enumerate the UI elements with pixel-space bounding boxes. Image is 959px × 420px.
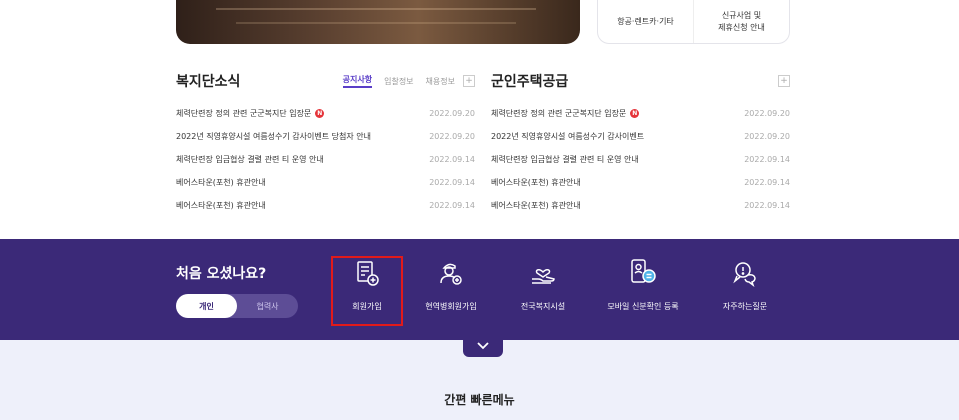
list-item-title: 베어스타운(포천) 휴관안내 [491,201,581,210]
list-item-title: 2022년 직영휴양시설 여름성수기 감사이벤트 당첨자 안내 [176,132,371,141]
quick-link-label: 신규사업 및 제휴신청 안내 [718,10,765,34]
chevron-down-icon [477,342,489,350]
list-item[interactable]: 베어스타운(포천) 휴관안내 2022.09.14 [491,171,790,194]
list-item[interactable]: 체력단련장 정의 관련 군군복지단 입장문 N 2022.09.20 [176,102,475,125]
quick-link-label-line1: 신규사업 및 [721,10,762,20]
menu-label: 현역병회원가입 [425,302,477,311]
quick-link-label: 항공·렌트카·기타 [617,16,674,26]
list-item-title: 체력단련장 입금협상 결렬 관련 티 운영 안내 [176,155,324,164]
list-item-date: 2022.09.14 [429,201,475,210]
menu-faq[interactable]: 자주하는질문 [707,255,783,325]
housing-header: 군인주택공급 + [491,68,790,94]
list-item-title: 체력단련장 정의 관련 군군복지단 입장문 [176,109,312,118]
quick-links-card: 항공·렌트카·기타 신규사업 및 제휴신청 안내 [597,0,790,44]
list-item[interactable]: 베어스타운(포천) 휴관안내 2022.09.14 [176,171,475,194]
list-item-title: 베어스타운(포천) 휴관안내 [491,178,581,187]
banner-decoration [216,8,536,10]
list-item-title: 체력단련장 입금협상 결렬 관련 티 운영 안내 [491,155,639,164]
quick-link-label-line2: 제휴신청 안내 [718,22,765,32]
toggle-partner[interactable]: 협력사 [237,294,298,318]
welfare-news-tabs: 공지사항 입찰정보 채용정보 [342,74,455,88]
list-item-date: 2022.09.14 [429,178,475,187]
list-item-title: 베어스타운(포천) 휴관안내 [176,201,266,210]
toggle-individual[interactable]: 개인 [176,294,237,318]
menu-label: 전국복지시설 [520,302,566,311]
welfare-news-panel: 복지단소식 공지사항 입찰정보 채용정보 + 체력단련장 정의 관련 군군복지단… [176,68,475,217]
list-item[interactable]: 2022년 직영휴양시설 여름성수기 감사이벤트 당첨자 안내 2022.09.… [176,125,475,148]
list-item-date: 2022.09.14 [429,155,475,164]
welfare-news-list: 체력단련장 정의 관련 군군복지단 입장문 N 2022.09.20 2022년… [176,102,475,217]
list-item[interactable]: 2022년 직영휴양시설 여름성수기 감사이벤트 2022.09.20 [491,125,790,148]
list-item[interactable]: 체력단련장 정의 관련 군군복지단 입장문 N 2022.09.20 [491,102,790,125]
mobile-id-icon [628,255,658,287]
list-item-date: 2022.09.20 [429,109,475,118]
more-plus-icon[interactable]: + [463,75,475,87]
tab-recruit[interactable]: 채용정보 [426,76,455,87]
new-badge: N [315,109,325,118]
quick-link-partnership[interactable]: 신규사업 및 제휴신청 안내 [693,0,789,43]
facility-heart-icon [529,255,557,287]
housing-list: 체력단련장 정의 관련 군군복지단 입장문 N 2022.09.20 2022년… [491,102,790,217]
tab-bidding[interactable]: 입찰정보 [384,76,413,87]
list-item-title: 2022년 직영휴양시설 여름성수기 감사이벤트 [491,132,645,141]
news-section: 복지단소식 공지사항 입찰정보 채용정보 + 체력단련장 정의 관련 군군복지단… [0,68,959,218]
highlight-box [331,256,403,326]
welfare-news-header: 복지단소식 공지사항 입찰정보 채용정보 + [176,68,475,94]
housing-title: 군인주택공급 [491,74,569,90]
list-item[interactable]: 베어스타운(포천) 휴관안내 2022.09.14 [491,194,790,217]
quick-link-travel[interactable]: 항공·렌트카·기타 [598,0,693,43]
soldier-signup-icon [437,255,465,287]
more-plus-icon[interactable]: + [778,75,790,87]
welfare-news-title: 복지단소식 [176,74,241,90]
expand-chevron-button[interactable] [463,335,503,357]
menu-label: 자주하는질문 [722,302,768,311]
list-item-date: 2022.09.20 [744,132,790,141]
top-section: 항공·렌트카·기타 신규사업 및 제휴신청 안내 [0,0,959,60]
list-item-date: 2022.09.14 [744,155,790,164]
welcome-title: 처음 오셨나요? [176,266,267,282]
menu-soldier-signup[interactable]: 현역병회원가입 [413,255,489,325]
menu-mobile-id[interactable]: 모바일 신분확인 등록 [595,255,691,325]
quick-menu-title: 간편 빠른메뉴 [444,393,515,407]
list-item-title: 베어스타운(포천) 휴관안내 [176,178,266,187]
housing-panel: 군인주택공급 + 체력단련장 정의 관련 군군복지단 입장문 N 2022.09… [491,68,790,217]
menu-facilities[interactable]: 전국복지시설 [505,255,581,325]
list-item-date: 2022.09.14 [744,201,790,210]
tab-notice[interactable]: 공지사항 [342,74,373,88]
list-item-date: 2022.09.14 [744,178,790,187]
list-item[interactable]: 체력단련장 입금협상 결렬 관련 티 운영 안내 2022.09.14 [491,148,790,171]
list-item-date: 2022.09.20 [429,132,475,141]
main-banner[interactable] [176,0,580,44]
list-item-title: 체력단련장 정의 관련 군군복지단 입장문 [491,109,627,118]
list-item[interactable]: 베어스타운(포천) 휴관안내 2022.09.14 [176,194,475,217]
welcome-section: 처음 오셨나요? 개인 협력사 회원가입 현역병회원가입 전국복지시설 모바일 … [0,239,959,340]
new-badge: N [630,109,640,118]
list-item[interactable]: 체력단련장 입금협상 결렬 관련 티 운영 안내 2022.09.14 [176,148,475,171]
faq-icon [731,255,759,287]
menu-label: 모바일 신분확인 등록 [607,302,679,311]
member-type-toggle: 개인 협력사 [176,294,298,318]
list-item-date: 2022.09.20 [744,109,790,118]
banner-decoration [236,22,516,24]
